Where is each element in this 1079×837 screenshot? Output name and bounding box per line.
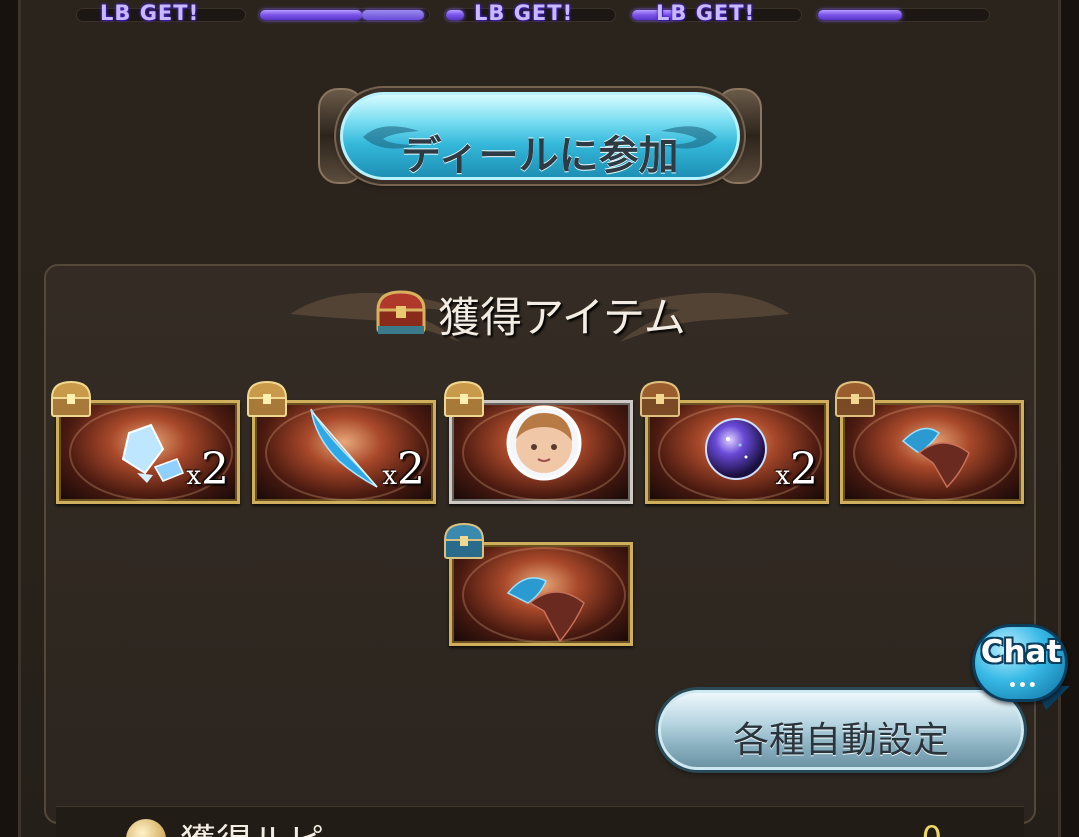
reward-item-crystal[interactable]: x2 bbox=[50, 380, 240, 504]
lb-bar-row: LB GET! LB GET! LB GET! bbox=[0, 0, 1079, 34]
item-quantity: x2 bbox=[186, 444, 229, 495]
lb-fill bbox=[818, 10, 902, 20]
wooden-chest-icon bbox=[834, 380, 876, 417]
gold-chest-icon bbox=[246, 380, 288, 417]
item-quantity: x2 bbox=[775, 444, 818, 495]
rupie-label: 獲得ルピ bbox=[180, 813, 324, 837]
rupie-value: 0 bbox=[922, 819, 942, 837]
lb-bar-3: LB GET! bbox=[444, 1, 616, 25]
rupie-coin-icon bbox=[126, 819, 166, 837]
blue-chest-icon bbox=[443, 522, 485, 559]
lb-bar-1: LB GET! bbox=[76, 1, 246, 25]
gold-chest-icon bbox=[443, 380, 485, 417]
lb-fill-tail bbox=[362, 10, 424, 20]
lb-get-label: LB GET! bbox=[656, 1, 756, 25]
reward-item-character-orb[interactable] bbox=[443, 380, 633, 504]
lb-bar-5 bbox=[816, 8, 990, 22]
join-button-label: ディールに参加 bbox=[401, 133, 679, 179]
reward-item-galaxy-orb[interactable]: x2 bbox=[639, 380, 829, 504]
chat-button[interactable]: Chat ••• bbox=[968, 620, 1076, 712]
reward-item-blue-scythe[interactable] bbox=[834, 380, 1024, 504]
lb-bar-2 bbox=[258, 8, 430, 22]
reward-item-blue-scythe[interactable] bbox=[443, 522, 633, 646]
lb-bar-4: LB GET! bbox=[630, 1, 802, 25]
lb-fill-stub bbox=[446, 10, 464, 20]
treasure-chest-icon bbox=[376, 290, 426, 334]
lb-get-label: LB GET! bbox=[100, 1, 200, 25]
chat-label: Chat bbox=[980, 634, 1062, 670]
chat-dots: ••• bbox=[1008, 678, 1038, 694]
lb-get-label: LB GET! bbox=[474, 1, 574, 25]
auto-settings-label: 各種自動設定 bbox=[732, 720, 949, 761]
reward-item-feather[interactable]: x2 bbox=[246, 380, 436, 504]
wooden-chest-icon bbox=[639, 380, 681, 417]
lb-fill bbox=[260, 10, 362, 20]
rewards-title: 獲得アイテム bbox=[438, 293, 686, 342]
rupie-row: 獲得ルピ 0 bbox=[56, 806, 1024, 837]
item-quantity: x2 bbox=[382, 444, 425, 495]
join-deal-button[interactable]: ディールに参加 bbox=[318, 82, 762, 192]
join-button-body: ディールに参加 bbox=[340, 92, 740, 180]
rewards-header: 獲得アイテム bbox=[290, 280, 790, 354]
gold-chest-icon bbox=[50, 380, 92, 417]
